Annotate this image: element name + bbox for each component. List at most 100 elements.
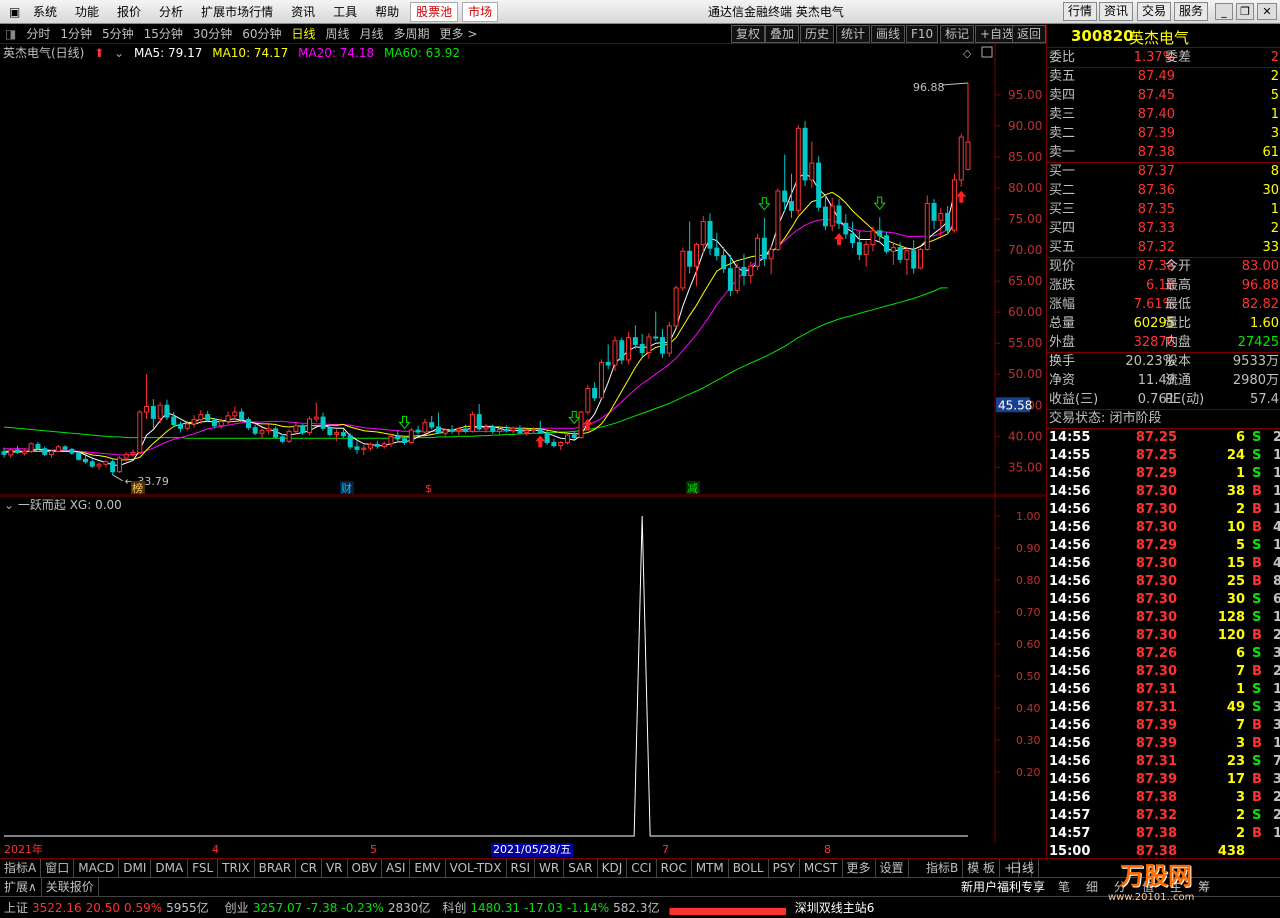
tick-row: 14:57 87.32 2 S 2: [1047, 807, 1280, 825]
minimize-icon[interactable]: _: [1215, 3, 1233, 20]
menu-item-tools[interactable]: 工具: [324, 0, 366, 23]
period-weekly[interactable]: 周线: [321, 24, 355, 43]
menu-item-function[interactable]: 功能: [66, 0, 108, 23]
app-logo-icon[interactable]: ▣: [0, 0, 24, 23]
server-name: 深圳双线主站6: [794, 901, 875, 915]
tick-cell: 14:56: [1049, 754, 1091, 769]
tab-right-0[interactable]: 指标B: [922, 859, 964, 877]
menu-item-quote[interactable]: 报价: [108, 0, 150, 23]
tab-expand[interactable]: 扩展∧: [0, 878, 42, 896]
right-tab[interactable]: 笔: [1050, 880, 1078, 894]
menu-item-system[interactable]: 系统: [24, 0, 66, 23]
market-breadth-icon: ▄▄▄▄▄▄▄▄▄▄▄▄▄▄: [669, 900, 786, 915]
tab-更多[interactable]: 更多: [843, 859, 876, 877]
period-30min[interactable]: 30分钟: [188, 24, 237, 43]
tool-history[interactable]: 历史: [800, 25, 835, 43]
candle: [598, 361, 604, 399]
indicator-chart[interactable]: 1.00 0.90 0.80 0.70 0.60 0.50 0.40 0.30 0.20: [0, 496, 1046, 843]
tool-f10[interactable]: F10: [906, 25, 939, 43]
tick-cell: 2: [1273, 430, 1280, 445]
period-intraday[interactable]: 分时: [21, 24, 55, 43]
period-60min[interactable]: 60分钟: [237, 24, 286, 43]
tick-cell: 25: [1226, 574, 1245, 589]
tab-emv[interactable]: EMV: [410, 859, 446, 877]
tab-roc[interactable]: ROC: [657, 859, 692, 877]
tab-wr[interactable]: WR: [535, 859, 565, 877]
candle: [748, 265, 754, 277]
right-tab[interactable]: 值: [1134, 880, 1162, 894]
tool-back[interactable]: 返回: [1012, 25, 1047, 43]
menu-item-extended-market[interactable]: 扩展市场行情: [192, 0, 282, 23]
tool-overlay[interactable]: 叠加: [765, 25, 800, 43]
promo-link[interactable]: 新用户福利专享: [958, 878, 1048, 896]
period-more[interactable]: 更多 >: [435, 24, 483, 43]
tick-cell: 87.38: [1135, 790, 1177, 805]
tab-obv[interactable]: OBV: [348, 859, 383, 877]
stat2-row: 换手 20.23% 股本 9533万: [1047, 353, 1280, 371]
stock-name: 英杰电气: [1129, 29, 1190, 47]
tick-cell: S: [1252, 592, 1262, 607]
right-tab[interactable]: 分: [1106, 880, 1134, 894]
tick-cell: B: [1252, 520, 1262, 535]
stat-row: 总量 60295 量比 1.60: [1047, 315, 1280, 333]
tab-vr[interactable]: VR: [322, 859, 348, 877]
tab-boll[interactable]: BOLL: [729, 859, 769, 877]
tab-mcst[interactable]: MCST: [800, 859, 843, 877]
tab-kdj[interactable]: KDJ: [598, 859, 628, 877]
tab-fsl[interactable]: FSL: [188, 859, 219, 877]
tick-cell: 1: [1273, 502, 1280, 517]
top-button-service[interactable]: 服务: [1174, 2, 1209, 21]
top-button-trade[interactable]: 交易: [1137, 2, 1172, 21]
tab-psy[interactable]: PSY: [769, 859, 800, 877]
period-multi[interactable]: 多周期: [389, 24, 435, 43]
tool-mark[interactable]: 标记: [940, 25, 975, 43]
top-button-news[interactable]: 资讯: [1099, 2, 1134, 21]
tab-asi[interactable]: ASI: [382, 859, 411, 877]
tab-dma[interactable]: DMA: [151, 859, 189, 877]
tab-trix[interactable]: TRIX: [218, 859, 255, 877]
menu-item-market[interactable]: 市场: [462, 1, 499, 22]
period-15min[interactable]: 15分钟: [139, 24, 188, 43]
period-daily[interactable]: 日线: [286, 24, 320, 43]
tab-dmi[interactable]: DMI: [119, 859, 152, 877]
period-1min[interactable]: 1分钟: [55, 24, 97, 43]
candle: [544, 432, 550, 444]
tab-cr[interactable]: CR: [296, 859, 322, 877]
menu-item-analysis[interactable]: 分析: [150, 0, 192, 23]
tick-cell: S: [1252, 448, 1262, 463]
period-monthly[interactable]: 月线: [355, 24, 389, 43]
tick-cell: 17: [1226, 772, 1245, 787]
right-tab[interactable]: 筹: [1190, 880, 1218, 894]
tab-cci[interactable]: CCI: [627, 859, 657, 877]
tab-指标a[interactable]: 指标A: [0, 859, 42, 877]
menu-item-help[interactable]: 帮助: [366, 0, 408, 23]
period-5min[interactable]: 5分钟: [97, 24, 139, 43]
menu-item-news[interactable]: 资讯: [282, 0, 324, 23]
chevron-down-icon[interactable]: ⌄: [4, 498, 18, 512]
tab-macd[interactable]: MACD: [74, 859, 120, 877]
tool-statistics[interactable]: 统计: [836, 25, 871, 43]
tab-mtm[interactable]: MTM: [692, 859, 729, 877]
candle: [15, 449, 21, 453]
right-tab[interactable]: 细: [1078, 880, 1106, 894]
tab-sar[interactable]: SAR: [564, 859, 598, 877]
tab-窗口[interactable]: 窗口: [41, 859, 75, 877]
tab-right-1[interactable]: 模 板: [963, 859, 1001, 877]
menu-item-stock-pool[interactable]: 股票池: [410, 1, 459, 22]
top-button-quote[interactable]: 行情: [1063, 2, 1098, 21]
tab-brar[interactable]: BRAR: [255, 859, 297, 877]
kline-chart[interactable]: 95.00 90.00 85.00 80.00 75.00 70.00 65.00 60.00…: [0, 44, 1046, 496]
tab-related-quote[interactable]: 关联报价: [42, 878, 99, 896]
up-arrow-icon: ⬆: [94, 46, 105, 60]
tab-rsi[interactable]: RSI: [507, 859, 536, 877]
chevron-down-icon[interactable]: ⌄: [114, 46, 124, 60]
tab-vol-tdx[interactable]: VOL-TDX: [446, 859, 507, 877]
y-tick-label: 65.00: [1008, 274, 1042, 288]
tool-adjust[interactable]: 复权: [731, 25, 766, 43]
right-tab[interactable]: 主: [1162, 880, 1190, 894]
close-icon[interactable]: ✕: [1257, 3, 1277, 20]
tool-draw[interactable]: 画线: [871, 25, 906, 43]
tab-设置[interactable]: 设置: [876, 859, 909, 877]
restore-icon[interactable]: ❐: [1236, 3, 1254, 20]
toggle-icon[interactable]: ◨: [0, 24, 21, 43]
